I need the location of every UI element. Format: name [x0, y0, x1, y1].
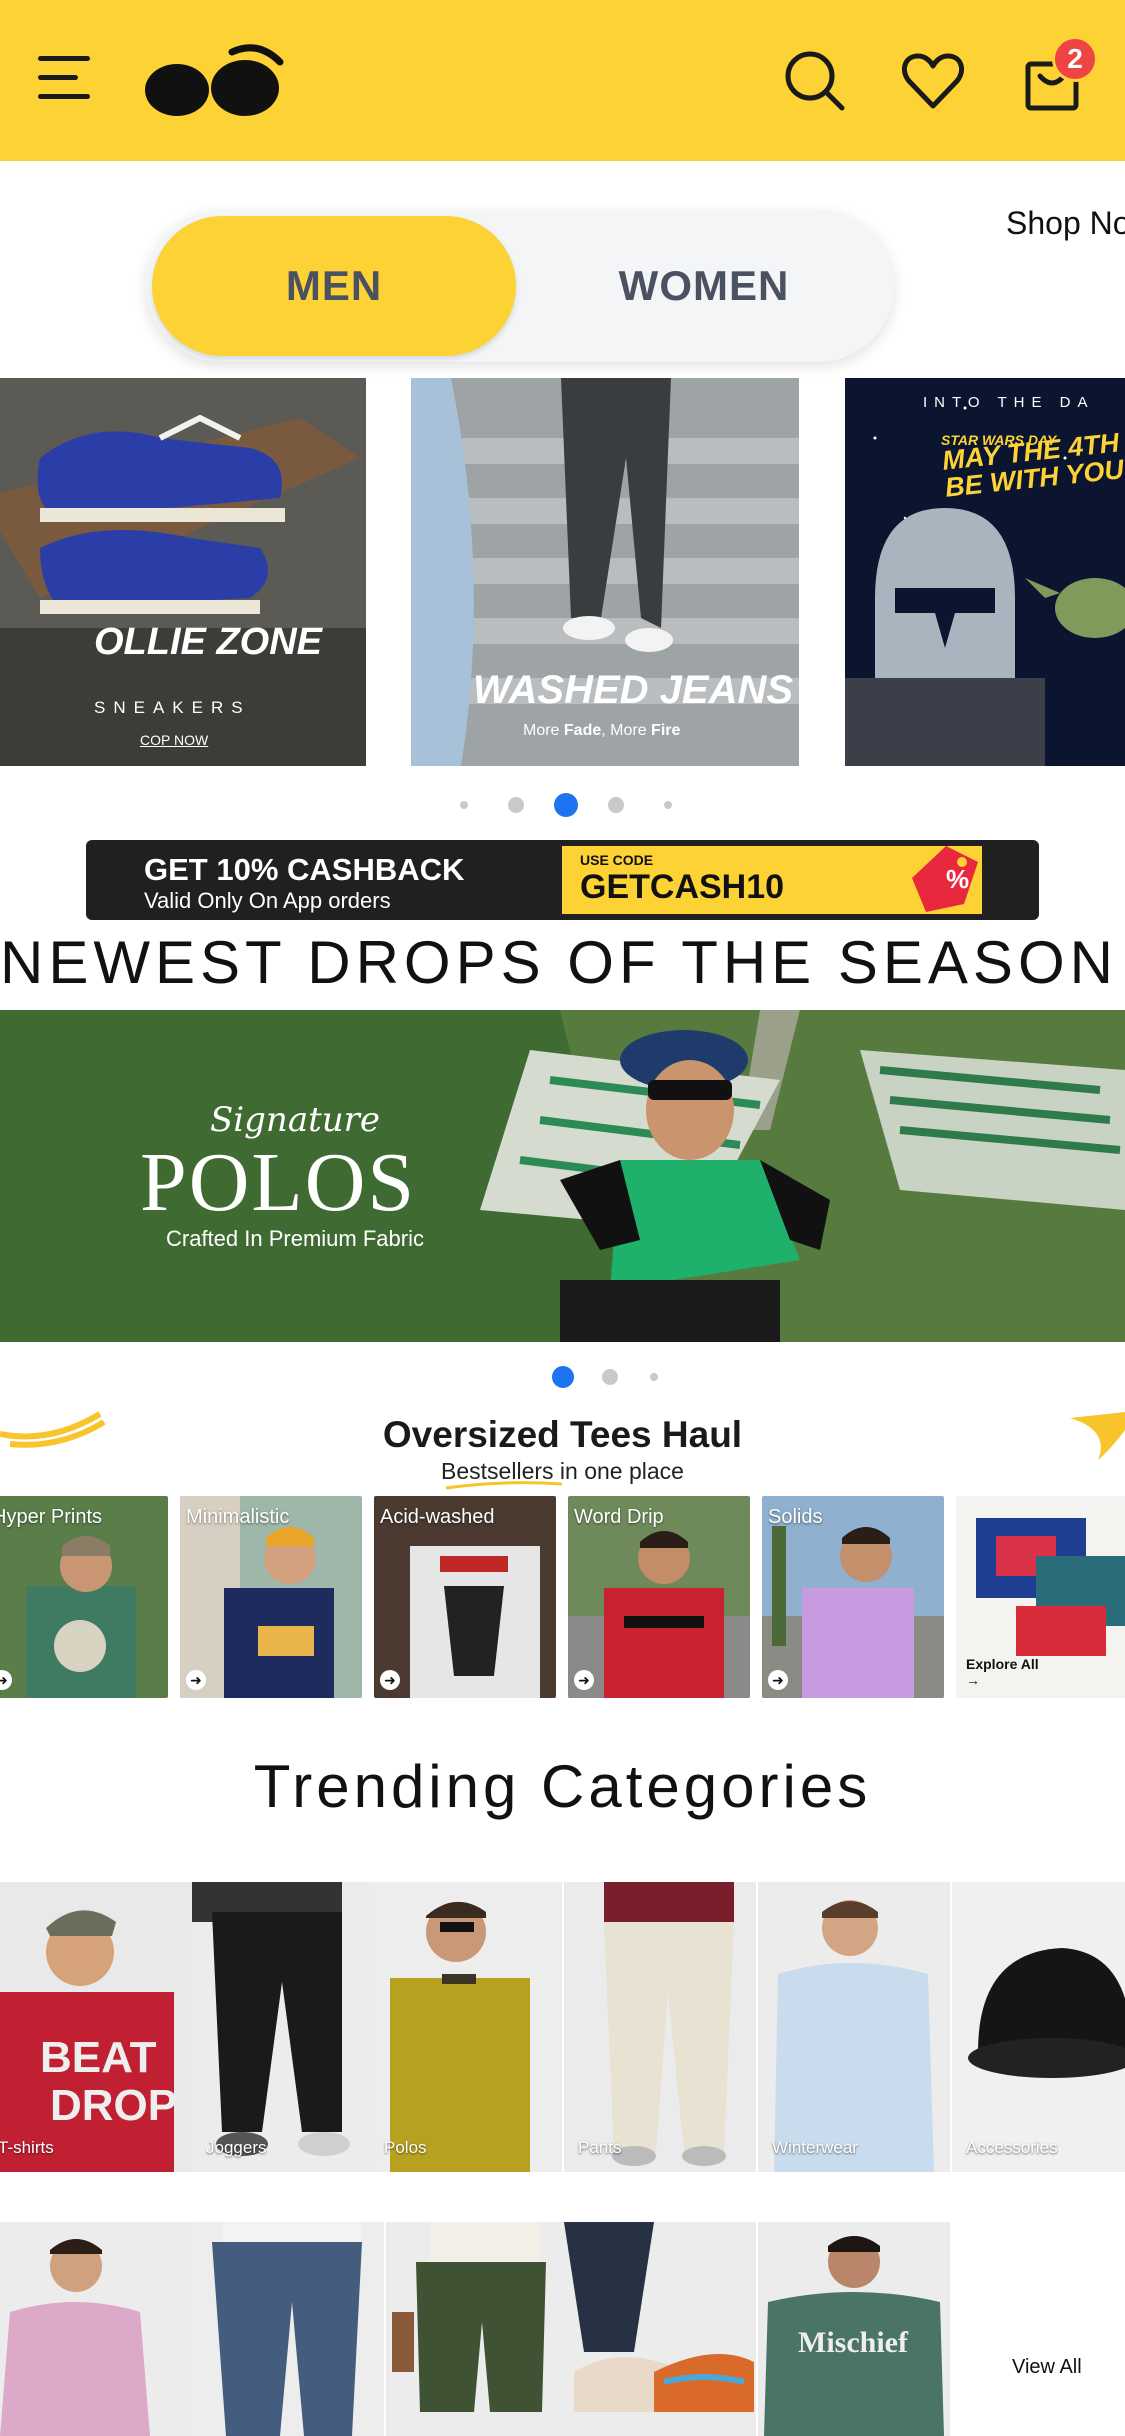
polo-dot-active[interactable]: [552, 1366, 574, 1388]
tile-label: Acid-washed: [380, 1506, 495, 1528]
tab-women[interactable]: WOMEN: [522, 216, 886, 356]
product-card[interactable]: [564, 2222, 756, 2436]
polo-subtitle: Crafted In Premium Fabric: [166, 1226, 424, 1251]
arrow-right-icon: ➜: [380, 1670, 400, 1690]
product-card[interactable]: [386, 2222, 578, 2436]
tab-men[interactable]: MEN: [152, 216, 516, 356]
hero-dot-active[interactable]: [554, 793, 578, 817]
app-header: 2: [0, 0, 1125, 161]
category-polos[interactable]: Polos: [370, 1882, 562, 2172]
hero-banner-starwars[interactable]: INTO THE DA STAR WARS DAY MAY THE 4TH BE …: [845, 378, 1125, 766]
washed-jeans-tagline: More Fade, More Fire: [523, 722, 681, 739]
gender-toggle: MEN WOMEN: [146, 210, 894, 362]
arrow-right-icon: ➜: [768, 1670, 788, 1690]
polo-dot[interactable]: [602, 1369, 618, 1385]
pants-image: [564, 1882, 756, 2172]
coupon-code: GETCASH10: [580, 868, 785, 906]
polo-dot[interactable]: [650, 1373, 658, 1381]
search-icon[interactable]: [782, 48, 848, 114]
view-all-link[interactable]: View All: [1012, 2356, 1082, 2379]
category-label: Pants: [578, 2138, 622, 2157]
tee-tile-minimalistic[interactable]: Minimalistic ➜: [180, 1496, 362, 1698]
cashback-subtitle: Valid Only On App orders: [144, 888, 391, 913]
polo-title: POLOS: [140, 1136, 417, 1229]
hero-banner-sneakers[interactable]: OLLIE ZONE SNEAKERS COP NOW: [0, 378, 366, 766]
newest-drops-heading: NEWEST DROPS OF THE SEASON: [0, 929, 1118, 996]
product-card[interactable]: Mischief: [758, 2222, 950, 2436]
tile-label: Solids: [768, 1506, 823, 1528]
category-label: Joggers: [206, 2138, 267, 2157]
category-tshirts[interactable]: BEAT DROP T-shirts: [0, 1882, 192, 2172]
cashback-title: GET 10% CASHBACK: [144, 852, 465, 887]
pink-shirt-image: [0, 2222, 192, 2436]
tee-tile-acid-washed[interactable]: Acid-washed ➜: [374, 1496, 556, 1698]
tile-label: Hyper Prints: [0, 1506, 103, 1528]
washed-jeans-title: WASHED JEANS: [473, 668, 794, 712]
home-screen: { "header": {"cart_count": "2", "logo": …: [0, 0, 1125, 2436]
category-label: T-shirts: [0, 2138, 54, 2157]
subtitle-underline: [445, 1481, 563, 1490]
category-winterwear[interactable]: Winterwear: [758, 1882, 950, 2172]
hero-dot[interactable]: [508, 797, 524, 813]
cashback-banner[interactable]: GET 10% CASHBACK Valid Only On App order…: [86, 840, 1039, 920]
hero-dot[interactable]: [460, 801, 468, 809]
cop-now-link[interactable]: COP NOW: [140, 732, 208, 748]
product-card[interactable]: [192, 2222, 384, 2436]
svg-text:Mischief: Mischief: [798, 2326, 909, 2359]
arrow-right-icon: →: [966, 1672, 980, 1688]
coupon-code-box[interactable]: USE CODE GETCASH10 %: [562, 846, 982, 914]
discount-tag-text: %: [946, 864, 970, 894]
arrow-right-icon: ➜: [186, 1670, 206, 1690]
tee-tile-explore-all[interactable]: Explore All →: [956, 1496, 1125, 1698]
cart-count-badge: 2: [1052, 36, 1098, 82]
explore-all-label: Explore All: [966, 1656, 1039, 1672]
oversized-section-title: Oversized Tees Haul: [382, 1414, 743, 1455]
hero-carousel-dots: [460, 793, 672, 817]
wishlist-heart-icon[interactable]: [900, 48, 966, 114]
sneakers-image: [564, 2222, 756, 2436]
tile-label: Word Drip: [574, 1506, 664, 1528]
polo-banner[interactable]: Signature POLOS Crafted In Premium Fabri…: [0, 1010, 1125, 1342]
blue-jeans-image: [192, 2222, 384, 2436]
arrow-right-icon: ➜: [574, 1670, 594, 1690]
brand-logo[interactable]: [140, 40, 290, 120]
category-joggers[interactable]: Joggers: [192, 1882, 384, 2172]
product-card[interactable]: [0, 2222, 192, 2436]
accessories-image: [952, 1882, 1125, 2172]
joggers-image: [192, 1882, 384, 2172]
shorts-image: [386, 2222, 578, 2436]
tee-tile-solids[interactable]: Solids ➜: [762, 1496, 944, 1698]
menu-icon[interactable]: [38, 56, 90, 104]
tee-tile-word-drip[interactable]: Word Drip ➜: [568, 1496, 750, 1698]
trending-categories-heading: Trending Categories: [253, 1753, 872, 1820]
hero-dot[interactable]: [608, 797, 624, 813]
shop-now-link[interactable]: Shop No: [1006, 205, 1125, 242]
category-label: Accessories: [966, 2138, 1058, 2157]
use-code-label: USE CODE: [580, 852, 654, 868]
svg-text:BEAT: BEAT: [40, 2033, 157, 2082]
category-label: Polos: [384, 2138, 427, 2157]
svg-text:DROP: DROP: [50, 2081, 177, 2130]
discount-tag-icon: [912, 846, 978, 912]
category-label: Winterwear: [772, 2138, 858, 2157]
tile-label: Minimalistic: [186, 1506, 290, 1528]
hero-banner-jeans[interactable]: WASHED JEANS More Fade, More Fire: [411, 378, 799, 766]
polo-carousel-dots: [552, 1366, 658, 1388]
tshirts-image: BEATDROP: [0, 1882, 192, 2172]
winterwear-image: [758, 1882, 950, 2172]
graphic-tee-image: Mischief: [758, 2222, 950, 2436]
tee-tile-hyper-prints[interactable]: Hyper Prints ➜: [0, 1496, 168, 1698]
starwars-top-text: INTO THE DA: [923, 394, 1095, 411]
hero-dot[interactable]: [664, 801, 672, 809]
category-accessories[interactable]: Accessories: [952, 1882, 1125, 2172]
ollie-zone-title: OLLIE ZONE: [94, 621, 322, 663]
polos-image: [370, 1882, 562, 2172]
sneakers-subtitle: SNEAKERS: [94, 698, 251, 717]
category-pants[interactable]: Pants: [564, 1882, 756, 2172]
